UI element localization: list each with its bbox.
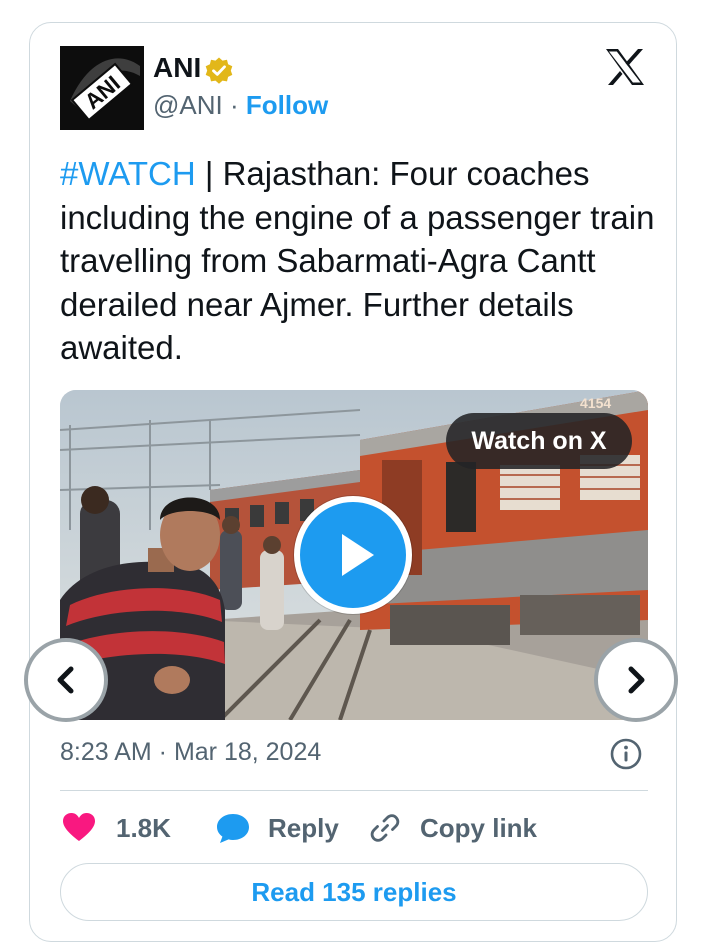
copy-link-label: Copy link bbox=[420, 812, 538, 843]
tweet-text: #WATCH | Rajasthan: Four coaches includi… bbox=[60, 152, 660, 370]
author-name[interactable]: ANI bbox=[153, 52, 201, 84]
avatar[interactable]: ANI bbox=[60, 46, 144, 130]
verified-gold-badge-icon bbox=[205, 57, 233, 84]
follow-button[interactable]: Follow bbox=[246, 90, 328, 120]
read-replies-button[interactable]: Read 135 replies bbox=[60, 863, 648, 921]
link-icon bbox=[370, 814, 400, 842]
ani-logo: ANI bbox=[60, 46, 144, 130]
x-logo-icon[interactable] bbox=[604, 48, 646, 86]
like-count: 1.8K bbox=[116, 812, 171, 843]
info-icon[interactable] bbox=[609, 737, 643, 771]
reply-label: Reply bbox=[268, 812, 339, 843]
carousel-next-button[interactable] bbox=[594, 638, 678, 722]
tweet-timestamp[interactable]: 8:23 AM · Mar 18, 2024 bbox=[60, 738, 321, 767]
hashtag-link[interactable]: #WATCH bbox=[60, 155, 196, 192]
divider bbox=[60, 790, 648, 791]
author-handle: @ANI bbox=[153, 90, 223, 120]
chevron-right-icon bbox=[628, 666, 645, 694]
like-button[interactable]: 1.8K bbox=[62, 808, 171, 848]
handle-separator: · bbox=[222, 90, 246, 120]
play-icon bbox=[342, 534, 374, 576]
watch-on-x-button[interactable]: Watch on X bbox=[446, 413, 632, 469]
chevron-left-icon bbox=[57, 666, 74, 694]
coach-number-text: 4154 bbox=[580, 395, 611, 411]
heart-icon bbox=[63, 813, 95, 841]
copy-link-button[interactable]: Copy link bbox=[368, 808, 537, 848]
author-handle-line: @ANI · Follow bbox=[153, 90, 328, 121]
carousel-prev-button[interactable] bbox=[24, 638, 108, 722]
reply-button[interactable]: Reply bbox=[216, 808, 339, 848]
play-button[interactable] bbox=[294, 496, 412, 614]
reply-bubble-icon bbox=[217, 814, 249, 843]
